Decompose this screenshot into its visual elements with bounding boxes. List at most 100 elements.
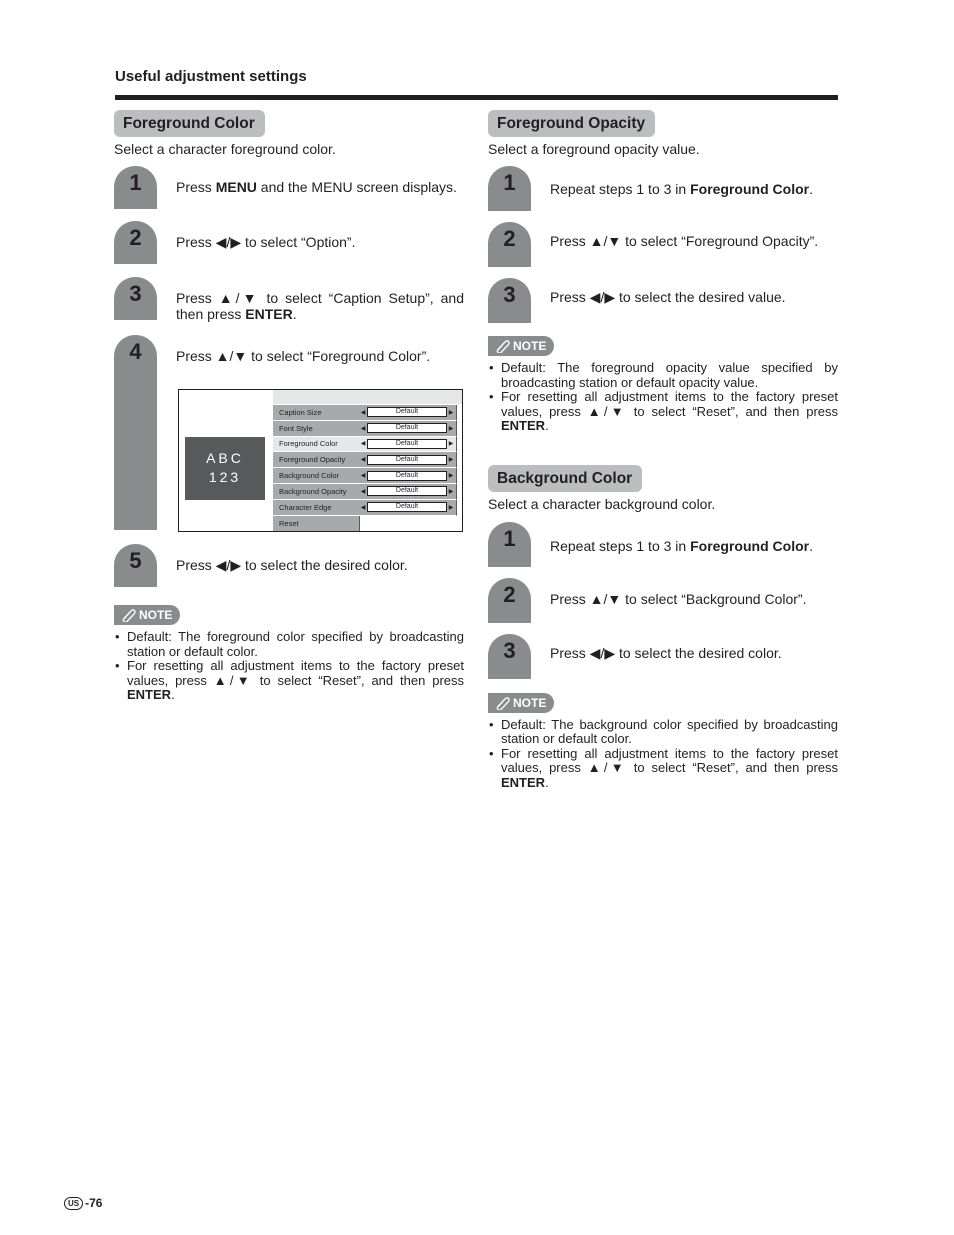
note-text-part: . [171, 687, 175, 702]
menu-row-background-color[interactable]: Background Color ◀ Default ▶ [273, 468, 457, 484]
step-1: 1 Repeat steps 1 to 3 in Foreground Colo… [488, 166, 838, 211]
caption-setup-menu-screen: ABC 123 Caption Size ◀ Default ▶ Font St… [178, 389, 463, 532]
arrow-left-icon[interactable]: ◀ [359, 440, 367, 447]
menu-row-label: Foreground Color [279, 439, 338, 449]
step-text-bold: Foreground Color [690, 537, 810, 554]
arrow-left-icon[interactable]: ◀ [359, 456, 367, 463]
arrow-right-icon[interactable]: ▶ [447, 456, 455, 463]
note-text-part: For resetting all adjustment items to th… [501, 745, 838, 775]
step-text-part: Press ▲/▼ to select “Caption Setup”, and… [176, 290, 464, 322]
step-1: 1 Press MENU and the MENU screen display… [114, 166, 464, 209]
paperclip-icon [496, 340, 510, 353]
note-block: NOTE Default: The foreground opacity val… [488, 336, 838, 434]
step-text: Press ▲/▼ to select “Caption Setup”, and… [157, 277, 464, 322]
note-item: Default: The background color specified … [488, 717, 838, 747]
menu-reset-button[interactable]: Reset [273, 515, 360, 531]
step-text-part: Repeat steps 1 to 3 in [550, 537, 691, 554]
menu-row-label: Foreground Opacity [279, 455, 346, 465]
menu-row-value: Default [367, 423, 447, 434]
step-number-badge: 1 [488, 521, 531, 567]
step-text-part: and the MENU screen displays. [256, 179, 457, 195]
step-text-part: Press [176, 179, 216, 195]
menu-title-bar [273, 390, 463, 404]
menu-row-label: Background Opacity [279, 486, 347, 496]
step-text: Repeat steps 1 to 3 in Foreground Color. [531, 166, 813, 211]
menu-row-label: Caption Size [279, 407, 322, 417]
step-number-badge: 1 [114, 166, 157, 209]
arrow-left-icon[interactable]: ◀ [359, 409, 367, 416]
step-text: Press ▲/▼ to select “Background Color”. [550, 590, 807, 607]
arrow-right-icon[interactable]: ▶ [447, 504, 455, 511]
note-text-part: . [545, 418, 549, 433]
step-3: 3 Press ◀/▶ to select the desired value. [488, 278, 838, 323]
note-block: NOTE Default: The foreground color speci… [114, 605, 464, 703]
step-text-part: Repeat steps 1 to 3 in [550, 181, 691, 197]
arrow-right-icon[interactable]: ▶ [447, 425, 455, 432]
menu-row-background-opacity[interactable]: Background Opacity ◀ Default ▶ [273, 483, 457, 500]
menu-row-foreground-opacity[interactable]: Foreground Opacity ◀ Default ▶ [273, 452, 457, 469]
step-text: Press ◀/▶ to select the desired value. [550, 289, 786, 305]
section-foreground-opacity: Foreground Opacity Select a foreground o… [488, 110, 838, 790]
step-number-badge: 1 [488, 166, 531, 211]
note-text-bold: ENTER [127, 687, 172, 702]
step-number-badge: 5 [114, 544, 157, 587]
note-item: For resetting all adjustment items to th… [488, 389, 838, 434]
menu-row-caption-size[interactable]: Caption Size ◀ Default ▶ [273, 405, 457, 421]
step-text: Press MENU and the MENU screen displays. [157, 166, 457, 209]
step-5: 5 Press ◀/▶ to select the desired color. [114, 544, 464, 587]
menu-row-character-edge[interactable]: Character Edge ◀ Default ▶ [273, 499, 457, 516]
note-list: Default: The foreground opacity value sp… [488, 360, 838, 434]
step-text: Press ◀/▶ to select the desired color. [176, 557, 408, 573]
region-badge: US [64, 1196, 84, 1210]
note-text-part: For resetting all adjustment items to th… [127, 658, 464, 688]
note-text-bold: ENTER [501, 418, 546, 433]
arrow-right-icon[interactable]: ▶ [447, 440, 455, 447]
step-number-badge: 3 [114, 277, 157, 320]
arrow-left-icon[interactable]: ◀ [359, 425, 367, 432]
step-2: 2 Press ▲/▼ to select “Foreground Opacit… [488, 222, 838, 267]
step-3: 3 Press ◀/▶ to select the desired color. [488, 633, 838, 679]
menu-row-font-style[interactable]: Font Style ◀ Default ▶ [273, 420, 457, 437]
menu-row-value: Default [367, 502, 447, 513]
step-number-badge: 3 [488, 278, 531, 323]
arrow-right-icon[interactable]: ▶ [447, 409, 455, 416]
menu-row-value: Default [367, 486, 447, 497]
note-tag: NOTE [488, 336, 555, 356]
header-rule [115, 95, 838, 100]
step-number-badge: 4 [114, 335, 157, 530]
note-item: Default: The foreground opacity value sp… [488, 360, 838, 390]
note-list: Default: The background color specified … [488, 717, 838, 791]
step-number-badge: 3 [488, 633, 531, 679]
step-text-part: . [809, 537, 813, 554]
page-header: Useful adjustment settings [115, 68, 307, 85]
arrow-left-icon[interactable]: ◀ [359, 488, 367, 495]
caption-preview: ABC 123 [185, 437, 265, 500]
note-item: For resetting all adjustment items to th… [114, 658, 464, 703]
menu-row-value: Default [367, 407, 447, 418]
menu-row-label: Font Style [279, 423, 313, 433]
arrow-right-icon[interactable]: ▶ [447, 488, 455, 495]
menu-row-foreground-color[interactable]: Foreground Color ◀ Default ▶ [273, 436, 457, 453]
section-background-color: Background Color Select a character back… [488, 464, 838, 791]
step-text: Repeat steps 1 to 3 in Foreground Color. [531, 522, 813, 567]
preview-line-2: 123 [208, 469, 242, 485]
menu-row-value: Default [367, 470, 447, 481]
arrow-left-icon[interactable]: ◀ [359, 472, 367, 479]
menu-rows: Caption Size ◀ Default ▶ Font Style ◀ De… [273, 405, 457, 531]
arrow-left-icon[interactable]: ◀ [359, 504, 367, 511]
step-text-part: . [292, 306, 297, 322]
step-4: 4 Press ▲/▼ to select “Foreground Color”… [114, 335, 464, 532]
note-item: Default: The foreground color specified … [114, 629, 464, 659]
note-list: Default: The foreground color specified … [114, 629, 464, 703]
step-2: 2 Press ▲/▼ to select “Background Color”… [488, 577, 838, 623]
arrow-right-icon[interactable]: ▶ [447, 472, 455, 479]
step-number-badge: 2 [114, 221, 157, 264]
step-text: Press ◀/▶ to select the desired color. [550, 644, 782, 661]
note-text-bold: ENTER [501, 774, 546, 790]
step-text-bold: ENTER [245, 306, 293, 322]
step-text: Press ▲/▼ to select “Foreground Opacity”… [550, 233, 819, 249]
page-footer: US -76 [64, 1196, 102, 1210]
menu-row-label: Background Color [279, 471, 340, 481]
note-label: NOTE [513, 695, 547, 710]
step-number-badge: 2 [488, 222, 531, 267]
